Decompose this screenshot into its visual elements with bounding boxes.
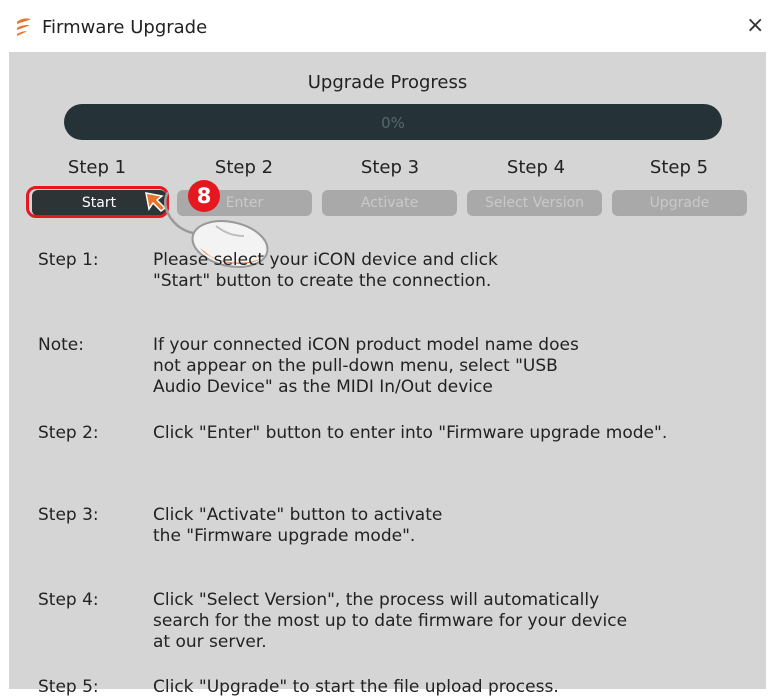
- title-bar: Firmware Upgrade ×: [0, 0, 775, 52]
- instruction-step-5-label: Step 5:: [38, 677, 99, 697]
- instruction-step-4-text: Click "Select Version", the process will…: [153, 590, 628, 652]
- instruction-step-1-text: Please select your iCON device and click…: [153, 250, 498, 291]
- instruction-step-1-label: Step 1:: [38, 250, 99, 270]
- app-icon: [17, 18, 31, 36]
- step-3-label: Step 3: [360, 157, 420, 178]
- step-5-label: Step 5: [649, 157, 709, 178]
- instruction-step-3-text: Click "Activate" button to activate the …: [153, 505, 443, 546]
- instruction-step-2-text: Click "Enter" button to enter into "Firm…: [153, 423, 668, 443]
- activate-button[interactable]: Activate: [322, 190, 457, 216]
- progress-percent: 0%: [381, 114, 405, 132]
- step-2-label: Step 2: [214, 157, 274, 178]
- select-version-button[interactable]: Select Version: [467, 190, 602, 216]
- progress-bar: 0%: [64, 104, 722, 140]
- instruction-step-5-text: Click "Upgrade" to start the file upload…: [153, 677, 559, 697]
- window-title: Firmware Upgrade: [42, 17, 208, 38]
- instruction-note-label: Note:: [38, 335, 84, 355]
- instruction-step-3-label: Step 3:: [38, 505, 99, 525]
- close-icon[interactable]: ×: [746, 14, 764, 38]
- instruction-note-text: If your connected iCON product model nam…: [153, 335, 579, 397]
- instruction-step-4-label: Step 4:: [38, 590, 99, 610]
- step-badge: 8: [188, 180, 220, 212]
- step-4-label: Step 4: [506, 157, 566, 178]
- step-1-label: Step 1: [67, 157, 127, 178]
- progress-title: Upgrade Progress: [307, 72, 468, 93]
- instruction-step-2-label: Step 2:: [38, 423, 99, 443]
- upgrade-button[interactable]: Upgrade: [612, 190, 747, 216]
